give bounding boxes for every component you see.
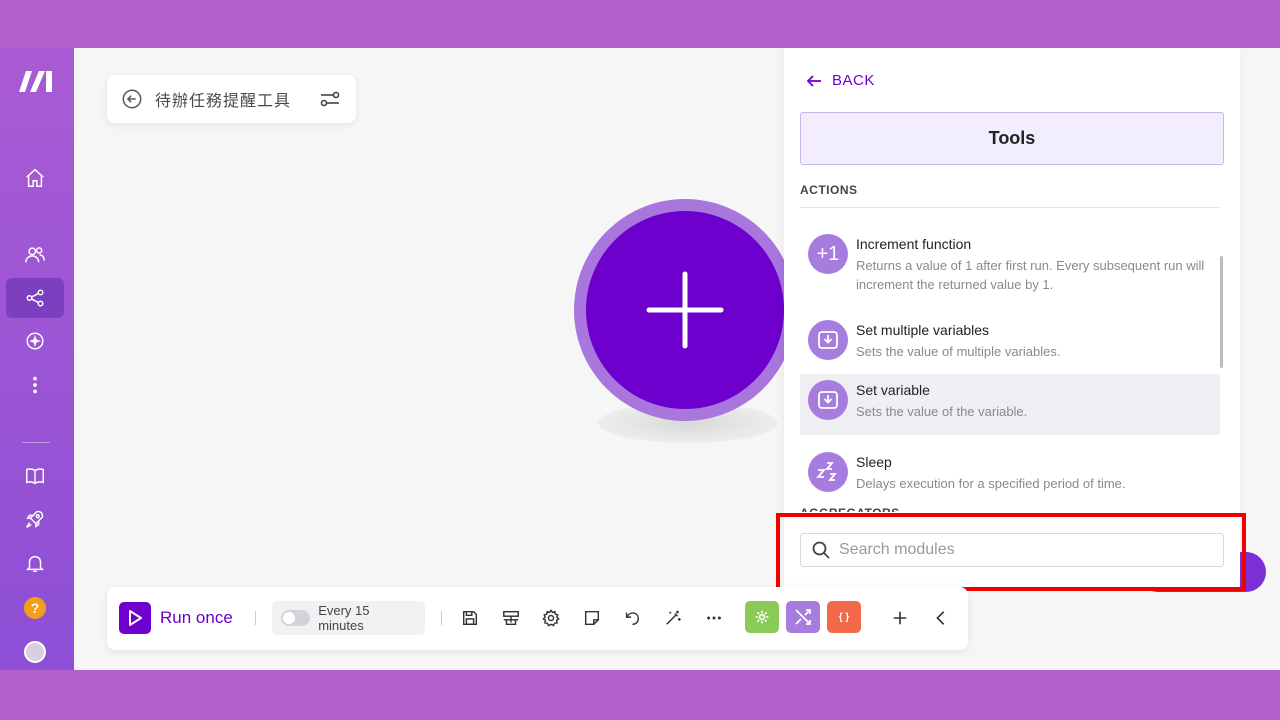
ai-agents-icon[interactable] bbox=[6, 321, 64, 361]
play-icon bbox=[119, 602, 151, 634]
app-title-box: Tools bbox=[800, 112, 1224, 165]
make-logo[interactable] bbox=[17, 68, 55, 94]
run-once-label: Run once bbox=[160, 608, 233, 627]
schedule-control[interactable]: Every 15 minutes bbox=[272, 601, 425, 635]
module-desc: Returns a value of 1 after first run. Ev… bbox=[856, 258, 1205, 292]
home-icon[interactable] bbox=[6, 158, 64, 198]
add-module-node[interactable] bbox=[574, 199, 796, 421]
panel-scrollbar[interactable] bbox=[1220, 256, 1223, 368]
chevron-left-icon[interactable] bbox=[930, 607, 952, 629]
more-horizontal-icon[interactable] bbox=[703, 607, 725, 629]
blueprint-icon[interactable] bbox=[500, 607, 522, 629]
schedule-label: Every 15 minutes bbox=[318, 603, 370, 633]
scenario-name[interactable]: 待辦任務提醒工具 bbox=[155, 87, 306, 111]
module-item-increment-function[interactable]: +1 Increment function Returns a value of… bbox=[800, 228, 1220, 300]
module-picker-panel: BACK Tools ACTIONS +1 Increment function… bbox=[784, 48, 1240, 588]
undo-icon[interactable] bbox=[621, 607, 643, 629]
back-button[interactable]: BACK bbox=[806, 72, 875, 89]
module-item-set-multiple-variables[interactable]: Set multiple variables Sets the value of… bbox=[800, 314, 1220, 367]
highlight-box bbox=[776, 513, 1246, 591]
json-module-icon[interactable]: { } bbox=[827, 601, 861, 633]
module-title: Increment function bbox=[856, 236, 972, 252]
set-variable-icon bbox=[808, 380, 848, 420]
run-once-button[interactable]: Run once bbox=[119, 602, 233, 634]
sidebar-divider bbox=[22, 442, 50, 443]
team-icon[interactable] bbox=[6, 235, 64, 275]
module-item-set-variable[interactable]: Set variable Sets the value of the varia… bbox=[800, 374, 1220, 435]
notes-icon[interactable] bbox=[581, 607, 603, 629]
section-divider bbox=[800, 207, 1220, 208]
arrow-left-icon bbox=[806, 74, 821, 87]
module-title: Sleep bbox=[856, 454, 892, 470]
module-title: Set multiple variables bbox=[856, 322, 990, 338]
module-item-sleep[interactable]: Sleep Delays execution for a specified p… bbox=[800, 446, 1220, 499]
module-desc: Sets the value of the variable. bbox=[856, 404, 1028, 419]
sidebar: ? bbox=[0, 48, 74, 670]
scenario-title-bar: 待辦任務提醒工具 bbox=[107, 75, 356, 123]
module-title: Set variable bbox=[856, 382, 930, 398]
actions-section-label: ACTIONS bbox=[800, 183, 858, 197]
toolbar-separator bbox=[441, 611, 442, 625]
scenario-toolbar: Run once Every 15 minutes {} bbox=[107, 587, 968, 650]
user-avatar[interactable] bbox=[6, 632, 64, 670]
docs-book-icon[interactable] bbox=[6, 456, 64, 496]
set-variables-icon bbox=[808, 320, 848, 360]
back-label: BACK bbox=[832, 72, 875, 89]
scenarios-icon[interactable] bbox=[6, 278, 64, 318]
flow-control-icon[interactable] bbox=[786, 601, 820, 633]
toolbar-separator bbox=[255, 611, 256, 625]
module-desc: Sets the value of multiple variables. bbox=[856, 344, 1061, 359]
plus-one-icon: +1 bbox=[808, 234, 848, 274]
app-window: ? 待辦任務提醒工具 BACK Tools ACTIONS +1 Increme… bbox=[0, 48, 1280, 670]
back-arrow-circle-icon[interactable] bbox=[121, 88, 143, 110]
tools-module-icon[interactable] bbox=[745, 601, 779, 633]
help-icon[interactable]: ? bbox=[6, 588, 64, 628]
rocket-icon[interactable] bbox=[6, 499, 64, 539]
plus-icon bbox=[646, 271, 724, 349]
auto-align-wand-icon[interactable] bbox=[662, 607, 684, 629]
save-icon[interactable] bbox=[459, 607, 481, 629]
settings-gear-icon[interactable] bbox=[540, 607, 562, 629]
settings-sliders-icon[interactable] bbox=[318, 88, 342, 110]
add-plus-icon[interactable] bbox=[889, 607, 911, 629]
bell-icon[interactable] bbox=[6, 543, 64, 583]
schedule-toggle[interactable] bbox=[281, 610, 311, 626]
module-desc: Delays execution for a specified period … bbox=[856, 476, 1126, 491]
more-vertical-icon[interactable] bbox=[6, 365, 64, 405]
sleep-icon bbox=[808, 452, 848, 492]
